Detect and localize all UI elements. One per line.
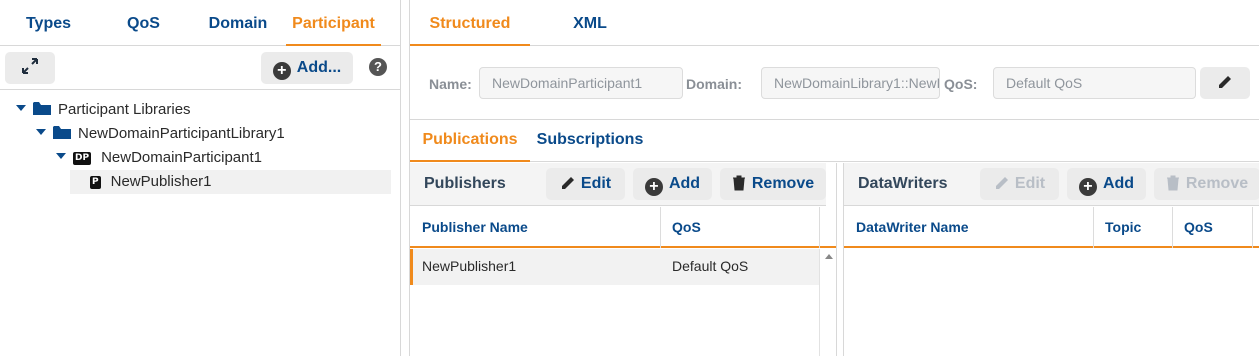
publishers-header: Publishers Edit + Add Remove — [410, 163, 826, 206]
caret-down-icon[interactable] — [56, 153, 66, 159]
domain-label: Domain: — [686, 76, 742, 92]
help-icon[interactable]: ? — [369, 58, 387, 76]
participant-badge-icon: DP — [73, 152, 92, 165]
pencil-icon — [561, 177, 574, 189]
tree-item-participant[interactable]: DP NewDomainParticipant1 — [56, 146, 391, 170]
add-library-label: Add... — [296, 59, 342, 76]
publishers-scrollbar[interactable] — [819, 249, 836, 356]
publications-tab-bar: Publications Subscriptions — [410, 121, 1259, 162]
tab-domain[interactable]: Domain — [190, 4, 286, 46]
edit-label: Edit — [580, 175, 612, 192]
column-datawriter-name[interactable]: DataWriter Name — [856, 219, 969, 235]
tab-qos[interactable]: QoS — [97, 4, 190, 46]
tab-types[interactable]: Types — [0, 4, 97, 46]
column-separator — [1252, 207, 1253, 248]
add-datawriter-button[interactable]: + Add — [1067, 168, 1146, 200]
datawriters-grid-body — [844, 249, 1259, 356]
plus-circle-icon: + — [1078, 178, 1097, 196]
domain-field[interactable]: NewDomainLibrary1::NewDomain1 — [761, 67, 940, 99]
column-separator — [1172, 207, 1173, 248]
publisher-badge-icon: P — [90, 176, 101, 189]
pencil-icon — [1219, 76, 1231, 88]
folder-icon — [53, 126, 71, 139]
tree-item-participant-library[interactable]: NewDomainParticipantLibrary1 — [36, 122, 391, 146]
edit-label: Edit — [1014, 175, 1046, 192]
publishers-title: Publishers — [424, 175, 506, 192]
folder-icon — [33, 102, 51, 115]
expand-button[interactable] — [5, 52, 55, 84]
tree-item-label: NewPublisher1 — [110, 173, 212, 190]
edit-publisher-button[interactable]: Edit — [546, 168, 625, 200]
column-separator — [819, 207, 820, 248]
publishers-grid-header: Publisher Name QoS — [410, 207, 836, 248]
left-toolbar: + Add... — [0, 47, 401, 90]
column-topic[interactable]: Topic — [1105, 219, 1141, 235]
trash-icon — [732, 175, 745, 191]
tree-item-publisher[interactable]: P NewPublisher1 — [70, 170, 391, 194]
scroll-up-icon[interactable] — [825, 254, 833, 259]
datawriters-grid-header: DataWriter Name Topic QoS — [844, 207, 1259, 248]
caret-down-icon[interactable] — [16, 105, 26, 111]
right-tab-bar: Structured XML — [410, 4, 1259, 46]
datawriters-title: DataWriters — [858, 175, 948, 192]
column-qos[interactable]: QoS — [1184, 219, 1213, 235]
datawriters-header: DataWriters Edit + Add Remove — [844, 163, 1259, 206]
name-field[interactable]: NewDomainParticipant1 — [479, 67, 683, 99]
column-publisher-name[interactable]: Publisher Name — [422, 219, 528, 235]
publisher-name-cell: NewPublisher1 — [422, 258, 517, 274]
add-label: Add — [668, 175, 701, 192]
tab-subscriptions[interactable]: Subscriptions — [530, 121, 650, 162]
left-tab-bar: Types QoS Domain Participant — [0, 4, 401, 46]
plus-circle-icon: + — [644, 178, 663, 196]
tree-item-label: NewDomainParticipant1 — [101, 149, 262, 166]
name-label: Name: — [429, 76, 472, 92]
trash-icon — [1166, 175, 1179, 191]
qos-label: QoS: — [944, 76, 978, 92]
tab-publications[interactable]: Publications — [410, 121, 530, 162]
expand-icon — [22, 58, 38, 74]
participant-properties: Name: NewDomainParticipant1 Domain: NewD… — [410, 47, 1259, 120]
table-row[interactable]: NewPublisher1 Default QoS — [410, 249, 819, 285]
tab-xml[interactable]: XML — [530, 4, 650, 46]
add-label: Add — [1102, 175, 1135, 192]
publisher-qos-cell: Default QoS — [672, 258, 749, 274]
pane-divider[interactable] — [836, 163, 844, 356]
remove-datawriter-button[interactable]: Remove — [1154, 168, 1259, 200]
tab-participant[interactable]: Participant — [286, 4, 381, 46]
caret-down-icon[interactable] — [36, 129, 46, 135]
app-root: Types QoS Domain Participant + Add... ? P… — [0, 0, 1259, 356]
tree-item-participant-libraries[interactable]: Participant Libraries — [16, 98, 391, 122]
plus-circle-icon: + — [272, 62, 291, 80]
column-qos[interactable]: QoS — [672, 219, 701, 235]
pencil-icon — [995, 177, 1008, 189]
right-panel: Structured XML Name: NewDomainParticipan… — [409, 0, 1259, 356]
remove-label: Remove — [751, 175, 815, 192]
column-separator — [660, 207, 661, 248]
edit-datawriter-button[interactable]: Edit — [980, 168, 1059, 200]
column-separator — [1093, 207, 1094, 248]
left-panel: Types QoS Domain Participant + Add... ? P… — [0, 0, 401, 356]
edit-qos-button[interactable] — [1200, 67, 1250, 99]
tab-structured[interactable]: Structured — [410, 4, 530, 46]
remove-label: Remove — [1185, 175, 1249, 192]
tree-item-label: Participant Libraries — [58, 101, 191, 118]
tree-item-label: NewDomainParticipantLibrary1 — [78, 125, 285, 142]
remove-publisher-button[interactable]: Remove — [720, 168, 826, 200]
add-publisher-button[interactable]: + Add — [633, 168, 712, 200]
add-library-button[interactable]: + Add... — [261, 52, 353, 84]
qos-field[interactable]: Default QoS — [993, 67, 1196, 99]
